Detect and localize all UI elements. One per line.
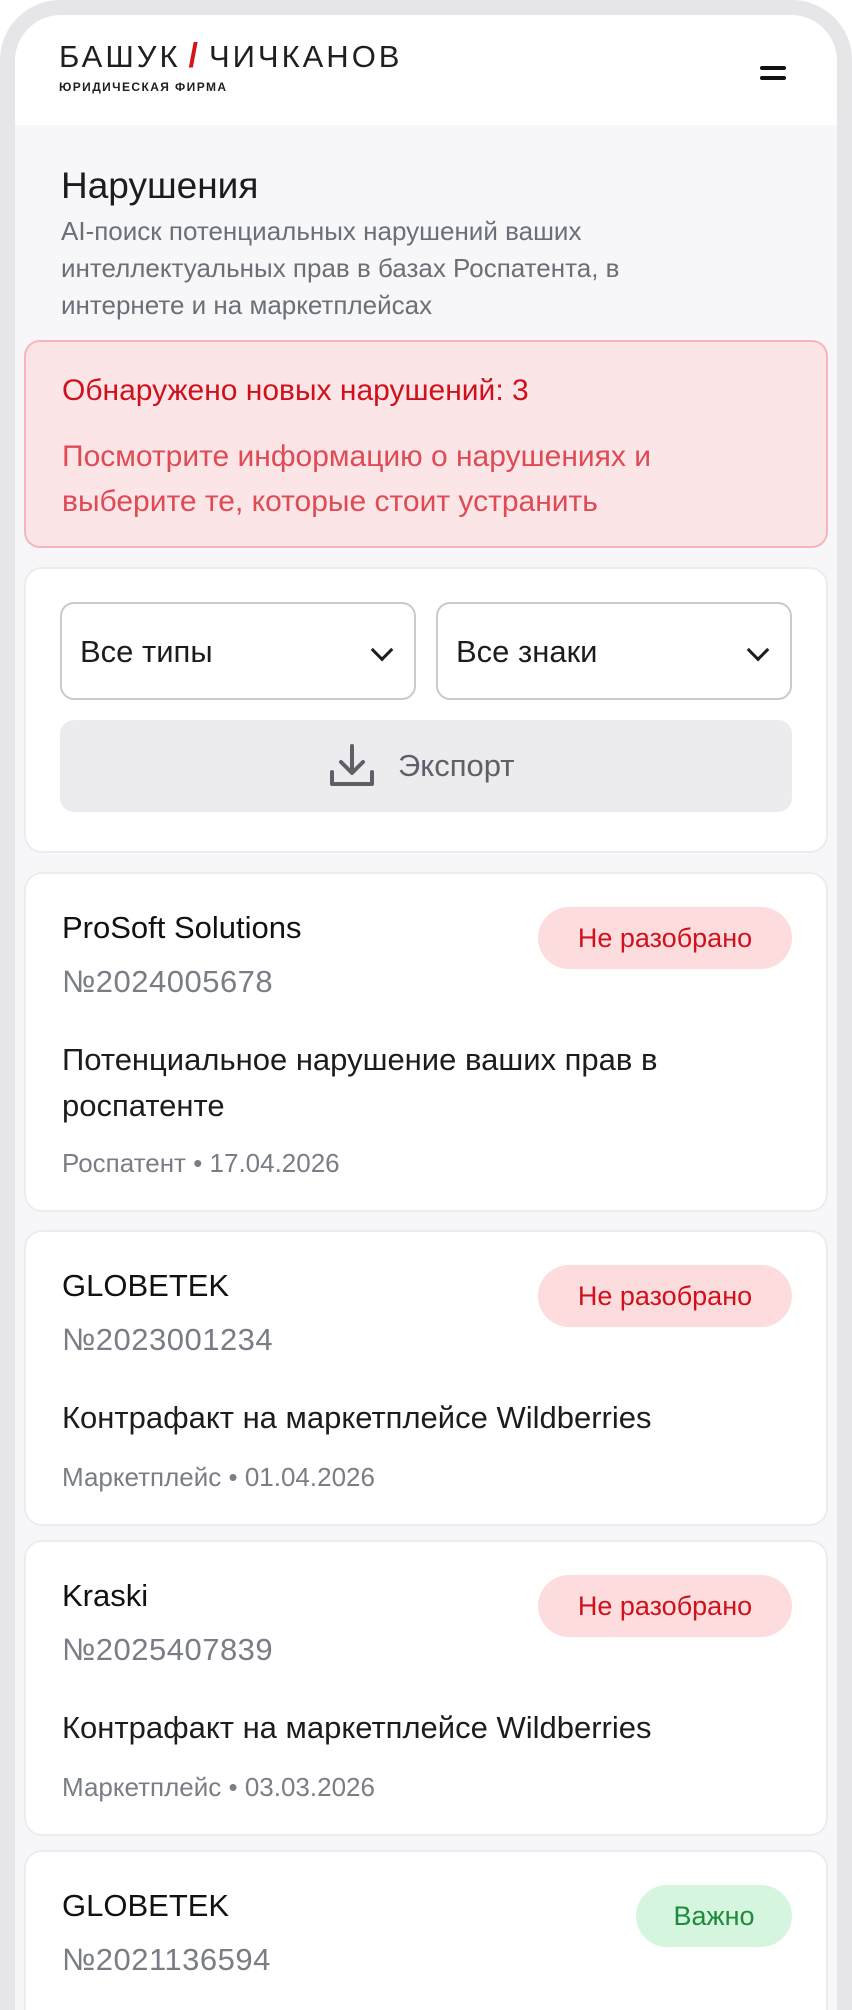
type-filter-value: Все типы	[80, 634, 213, 669]
page-title: Нарушения	[61, 165, 259, 206]
violation-number: №2023001234	[62, 1322, 274, 1357]
violation-title: ProSoft Solutions	[62, 910, 302, 945]
filters-card: Все типы Все знаки Экспорт	[24, 567, 828, 853]
violation-number: №2021136594	[62, 1942, 271, 1977]
violation-title: GLOBETEK	[62, 1888, 230, 1923]
menu-line	[760, 76, 786, 80]
violation-description: Контрафакт на маркетплейсе Wildberries	[62, 1710, 652, 1745]
download-icon	[330, 744, 374, 786]
violation-title: GLOBETEK	[62, 1268, 230, 1303]
violation-number: №2025407839	[62, 1632, 274, 1667]
violation-card[interactable]: GLOBETEK Важно №2021136594	[24, 1850, 828, 2010]
chevron-down-icon	[370, 638, 394, 662]
export-button[interactable]: Экспорт	[60, 720, 792, 812]
chevron-down-icon	[746, 638, 770, 662]
violation-description: Контрафакт на маркетплейсе Wildberries	[62, 1400, 652, 1435]
status-badge[interactable]: Не разобрано	[538, 907, 792, 969]
status-badge[interactable]: Не разобрано	[538, 1575, 792, 1637]
logo-right: ЧИЧКАНОВ	[208, 39, 403, 74]
violation-number: №2024005678	[62, 964, 274, 999]
top-header: БАШУК / ЧИЧКАНОВ ЮРИДИЧЕСКАЯ ФИРМА	[15, 15, 837, 125]
mark-filter-select[interactable]: Все знаки	[436, 602, 792, 700]
app-screen: БАШУК / ЧИЧКАНОВ ЮРИДИЧЕСКАЯ ФИРМА Нарушен…	[15, 15, 837, 2010]
violation-meta: Роспатент • 17.04.2026	[62, 1148, 340, 1178]
logo-subtitle: ЮРИДИЧЕСКАЯ ФИРМА	[59, 80, 228, 94]
violation-card[interactable]: ProSoft Solutions Не разобрано №20240056…	[24, 872, 828, 1212]
alert-title: Обнаружено новых нарушений: 3	[62, 374, 529, 407]
violation-card[interactable]: GLOBETEK Не разобрано №2023001234 Контра…	[24, 1230, 828, 1526]
violation-card[interactable]: Kraski Не разобрано №2025407839 Контрафа…	[24, 1540, 828, 1836]
violation-meta: Маркетплейс • 03.03.2026	[62, 1772, 375, 1802]
mark-filter-value: Все знаки	[456, 634, 598, 669]
menu-line	[760, 66, 786, 70]
logo-slash: /	[188, 37, 201, 75]
violation-description: Потенциальное нарушение ваших прав в рос…	[62, 1042, 658, 1123]
status-badge[interactable]: Важно	[636, 1885, 792, 1947]
export-label: Экспорт	[398, 748, 515, 783]
new-violations-alert: Обнаружено новых нарушений: 3 Посмотрите…	[24, 340, 828, 548]
device-frame: БАШУК / ЧИЧКАНОВ ЮРИДИЧЕСКАЯ ФИРМА Нарушен…	[0, 0, 852, 2010]
violation-meta: Маркетплейс • 01.04.2026	[62, 1462, 375, 1492]
violation-title: Kraski	[62, 1578, 149, 1613]
logo-wordmark: БАШУК / ЧИЧКАНОВ	[59, 39, 403, 74]
status-badge[interactable]: Не разобрано	[538, 1265, 792, 1327]
firm-logo[interactable]: БАШУК / ЧИЧКАНОВ ЮРИДИЧЕСКАЯ ФИРМА	[59, 39, 403, 94]
alert-text: Посмотрите информацию о нарушениях и выб…	[62, 440, 651, 518]
hamburger-icon[interactable]	[758, 62, 788, 86]
type-filter-select[interactable]: Все типы	[60, 602, 416, 700]
page-subtitle: AI-поиск потенциальных нарушений ваших и…	[61, 216, 620, 320]
logo-left: БАШУК	[59, 39, 181, 74]
